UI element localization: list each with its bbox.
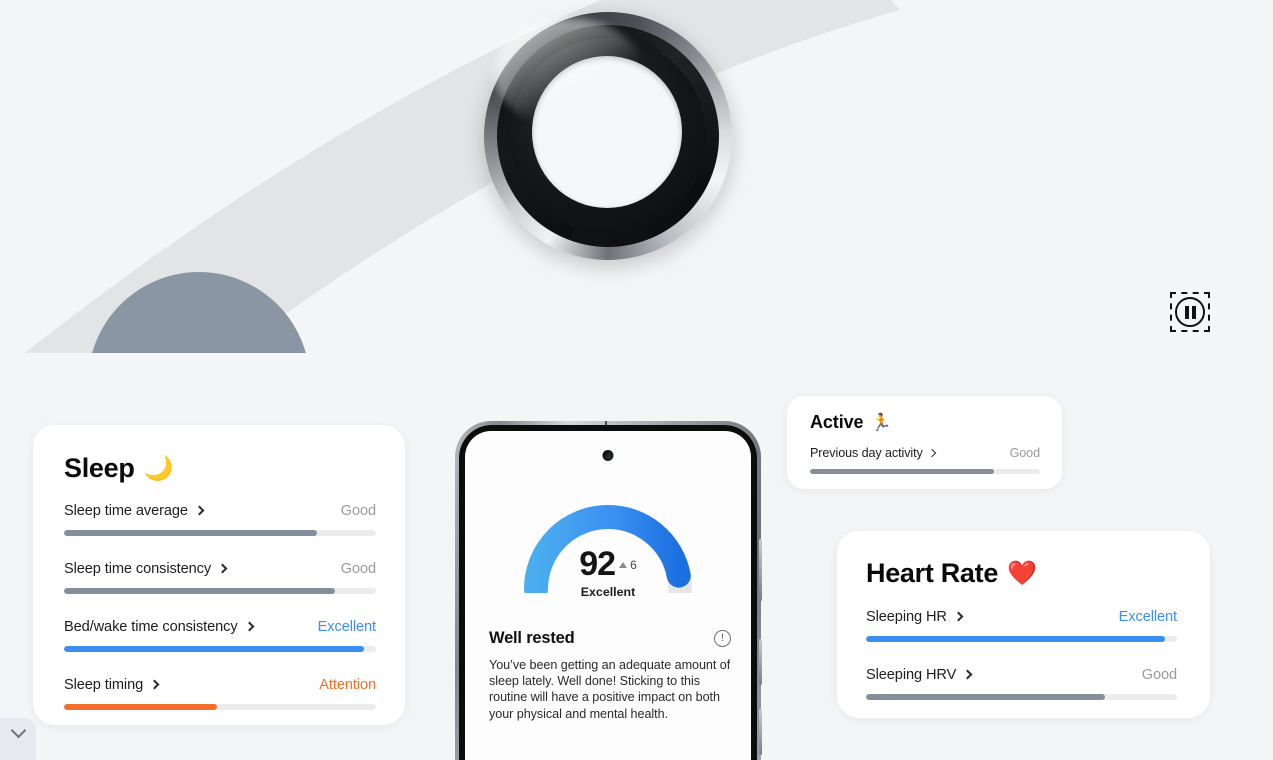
active-title-text: Active [810,412,864,432]
metric-progress-track [64,588,376,594]
sleep-score-delta: 6 [619,558,637,572]
page-root: Sleep 🌙 Sleep time average Good Sleep ti… [0,0,1273,760]
pause-icon [1175,297,1205,327]
metric-label[interactable]: Sleep timing [64,677,160,693]
metric-label-text: Sleeping HR [866,609,947,625]
hero-banner [0,0,1273,353]
active-card-title: Active 🏃 [810,412,1040,433]
metric-label-text: Sleep time consistency [64,561,212,577]
metric-status-value: Excellent [1118,609,1177,625]
collapse-panel[interactable] [0,718,36,760]
metric-progress-fill [64,704,217,710]
sleep-score-value: 92 [579,545,616,583]
metric-progress-track [64,646,376,652]
metric-row[interactable]: Sleep timing Attention [64,677,376,710]
phone-mockup: 92 6 Excellent Well rested ! You’ve been … [455,421,762,760]
metric-row[interactable]: Sleep time consistency Good [64,561,376,594]
phone-side-button[interactable] [759,539,762,601]
sleep-card: Sleep 🌙 Sleep time average Good Sleep ti… [33,425,405,725]
sleep-card-title: Sleep 🌙 [64,453,376,484]
chevron-right-icon [194,505,205,516]
triangle-up-icon [619,561,628,568]
metric-label-text: Previous day activity [810,446,923,460]
metric-progress-track [866,636,1177,642]
metric-progress-track [866,694,1177,700]
metric-row[interactable]: Sleeping HRV Good [866,667,1177,700]
metric-label-text: Sleep timing [64,677,144,693]
metric-row[interactable]: Bed/wake time consistency Excellent [64,619,376,652]
metric-label-text: Bed/wake time consistency [64,619,238,635]
chevron-right-icon [927,448,936,457]
runner-icon: 🏃 [870,413,892,432]
metric-label[interactable]: Sleeping HRV [866,667,973,683]
metric-label[interactable]: Bed/wake time consistency [64,619,254,635]
chevron-right-icon [217,563,228,574]
gauge-center-readout: 92 6 Excellent [520,545,696,599]
pause-button[interactable] [1170,292,1210,332]
metric-progress-fill [866,694,1106,700]
sleep-score-rating: Excellent [580,585,636,599]
info-icon[interactable]: ! [714,630,731,647]
metric-status-value: Attention [319,677,376,693]
metric-label-text: Sleep time average [64,503,188,519]
metric-status-value: Good [340,561,376,577]
chevron-down-icon [10,722,27,739]
summary-title: Well rested [489,629,575,647]
metric-row[interactable]: Sleep time average Good [64,503,376,536]
sleep-score-gauge: 92 6 Excellent [520,497,696,599]
metric-progress-track [810,469,1040,474]
smart-ring-image [484,12,732,260]
metric-progress-fill [64,646,364,652]
metric-status-value: Good [1141,667,1177,683]
metric-status-value: Good [1009,446,1041,460]
phone-volume-up-button[interactable] [759,639,762,685]
metric-progress-track [64,530,376,536]
chevron-right-icon [953,611,964,622]
heart-rate-card-title: Heart Rate ❤️ [866,558,1177,589]
metric-progress-fill [64,530,317,536]
sleep-summary-block: Well rested ! You’ve been getting an ade… [489,629,731,722]
heart-rate-title-text: Heart Rate [866,558,999,588]
front-camera-icon [602,450,614,461]
metric-progress-fill [810,469,994,474]
summary-body-text: You’ve been getting an adequate amount o… [489,658,731,721]
metric-label[interactable]: Sleeping HR [866,609,964,625]
phone-screen: 92 6 Excellent Well rested ! You’ve been … [465,431,751,760]
chevron-right-icon [962,669,973,680]
metric-row[interactable]: Sleeping HR Excellent [866,609,1177,642]
metric-row[interactable]: Previous day activity Good [810,446,1040,474]
hero-hill-shape [88,272,310,353]
metric-status-value: Excellent [317,619,376,635]
phone-volume-down-button[interactable] [759,709,762,755]
metric-progress-track [64,704,376,710]
metric-progress-fill [64,588,336,594]
metric-progress-fill [866,636,1165,642]
active-card: Active 🏃 Previous day activity Good [787,396,1062,489]
metric-label[interactable]: Sleep time average [64,503,205,519]
metric-label[interactable]: Previous day activity [810,446,936,460]
sleep-score-delta-value: 6 [630,557,637,572]
heart-icon: ❤️ [1007,559,1037,587]
sleep-title-text: Sleep [64,453,135,483]
heart-rate-card: Heart Rate ❤️ Sleeping HR Excellent Slee… [837,531,1210,718]
metric-label-text: Sleeping HRV [866,667,957,683]
crescent-moon-icon: 🌙 [143,454,174,482]
metric-label[interactable]: Sleep time consistency [64,561,228,577]
chevron-right-icon [244,621,254,632]
metric-status-value: Good [340,503,376,519]
chevron-right-icon [149,679,160,690]
